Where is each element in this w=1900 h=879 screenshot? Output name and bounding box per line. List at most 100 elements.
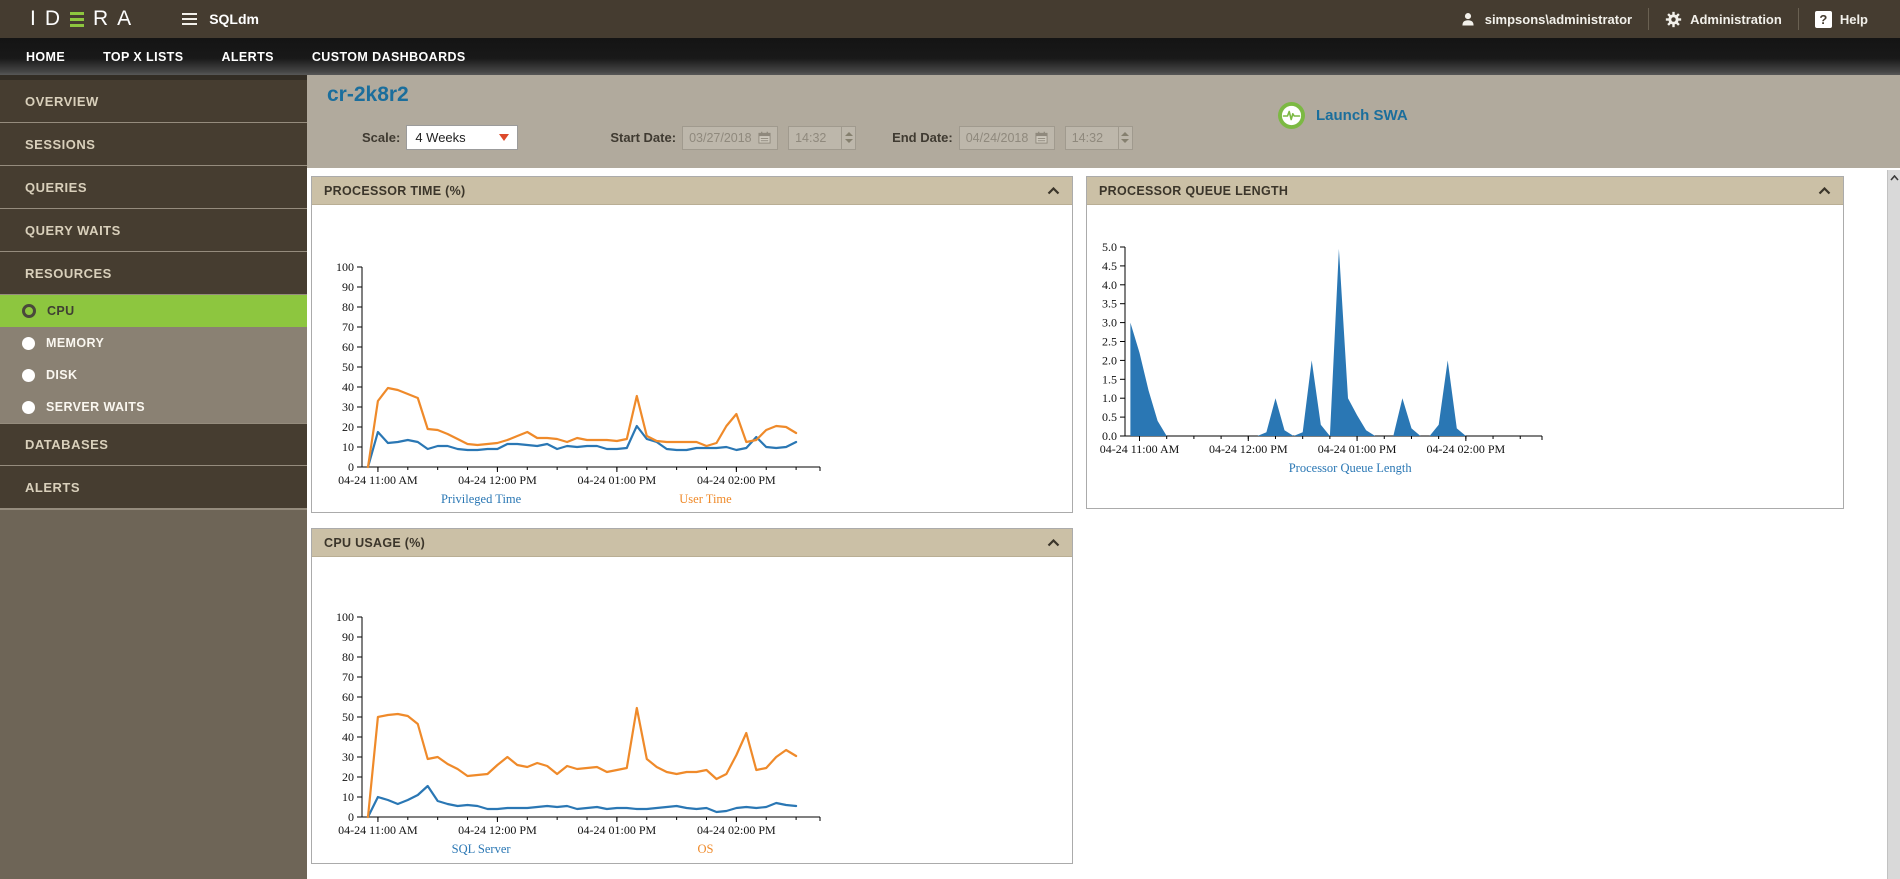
svg-text:80: 80 [342, 300, 354, 314]
svg-text:20: 20 [342, 770, 354, 784]
svg-text:100: 100 [336, 610, 354, 624]
processor-time-chart: 010203040506070809010004-24 11:00 AM04-2… [312, 205, 1072, 512]
user-icon [1459, 10, 1477, 28]
menu-icon[interactable] [182, 13, 197, 25]
sidebar-item-overview[interactable]: OVERVIEW [0, 80, 307, 123]
sidebar-item-queries[interactable]: QUERIES [0, 166, 307, 209]
sidebar: OVERVIEW SESSIONS QUERIES QUERY WAITS RE… [0, 75, 307, 879]
sidebar-subitem-server-waits[interactable]: SERVER WAITS [0, 391, 307, 423]
svg-text:0.0: 0.0 [1102, 429, 1117, 443]
svg-text:04-24 01:00 PM: 04-24 01:00 PM [578, 473, 657, 487]
svg-text:90: 90 [342, 630, 354, 644]
launch-swa-button[interactable]: Launch SWA [1277, 101, 1408, 130]
end-date-input[interactable]: 04/24/2018 [959, 126, 1055, 150]
svg-text:0: 0 [348, 810, 354, 824]
sidebar-item-sessions[interactable]: SESSIONS [0, 123, 307, 166]
resources-submenu: CPU MEMORY DISK SERVER WAITS [0, 295, 307, 423]
scroll-up-arrow-icon[interactable] [1888, 170, 1900, 185]
launch-swa-icon [1277, 101, 1306, 130]
cpu-usage-chart: 010203040506070809010004-24 11:00 AM04-2… [312, 557, 1072, 863]
svg-text:3.0: 3.0 [1102, 316, 1117, 330]
idera-logo: IDRA [30, 7, 140, 31]
svg-text:80: 80 [342, 650, 354, 664]
sidebar-filler [0, 509, 307, 879]
svg-text:30: 30 [342, 750, 354, 764]
sidebar-item-alerts[interactable]: ALERTS [0, 466, 307, 509]
start-time-input[interactable]: 14:32 [788, 126, 856, 150]
time-range-controls: Scale: 4 Weeks Start Date: 03/27/2018 [362, 125, 1133, 150]
end-time-input[interactable]: 14:32 [1065, 126, 1133, 150]
collapse-chevron-icon[interactable] [1047, 539, 1060, 547]
help-label: Help [1840, 12, 1868, 27]
processor-queue-panel-header: PROCESSOR QUEUE LENGTH [1087, 177, 1843, 205]
panel-title: PROCESSOR TIME (%) [324, 184, 466, 198]
calendar-icon [1035, 131, 1048, 144]
launch-swa-label: Launch SWA [1316, 107, 1408, 124]
sidebar-item-databases[interactable]: DATABASES [0, 423, 307, 466]
svg-text:70: 70 [342, 670, 354, 684]
panel-title: CPU USAGE (%) [324, 536, 425, 550]
svg-text:2.0: 2.0 [1102, 353, 1117, 367]
nav-alerts[interactable]: ALERTS [221, 50, 273, 64]
svg-text:50: 50 [342, 710, 354, 724]
end-date-label: End Date: [892, 130, 953, 145]
server-header-band: cr-2k8r2 Scale: 4 Weeks Start Date: 03/2… [307, 75, 1900, 168]
collapse-chevron-icon[interactable] [1818, 187, 1831, 195]
svg-text:0.5: 0.5 [1102, 410, 1117, 424]
svg-text:70: 70 [342, 320, 354, 334]
svg-text:04-24 02:00 PM: 04-24 02:00 PM [697, 823, 776, 837]
sidebar-subitem-cpu[interactable]: CPU [0, 295, 307, 327]
scale-value: 4 Weeks [415, 130, 465, 145]
start-time-spinner[interactable] [841, 127, 855, 149]
username: simpsons\administrator [1485, 12, 1632, 27]
svg-text:04-24 02:00 PM: 04-24 02:00 PM [697, 473, 776, 487]
svg-text:60: 60 [342, 690, 354, 704]
cpu-radio-icon [22, 304, 36, 318]
main-nav: HOME TOP X LISTS ALERTS CUSTOM DASHBOARD… [0, 38, 1900, 75]
svg-text:40: 40 [342, 380, 354, 394]
scale-label: Scale: [362, 130, 400, 145]
top-bar: IDRA SQLdm simpsons\administrator [0, 0, 1900, 38]
nav-top-x-lists[interactable]: TOP X LISTS [103, 50, 183, 64]
svg-text:04-24 11:00 AM: 04-24 11:00 AM [1100, 442, 1180, 456]
processor-queue-chart: 0.00.51.01.52.02.53.03.54.04.55.004-24 1… [1087, 205, 1843, 508]
start-date-input[interactable]: 03/27/2018 [682, 126, 778, 150]
svg-text:100: 100 [336, 260, 354, 274]
administration-label: Administration [1690, 12, 1782, 27]
help-button[interactable]: ? Help [1799, 11, 1884, 28]
sidebar-subitem-disk[interactable]: DISK [0, 359, 307, 391]
select-arrow-icon [499, 134, 509, 141]
sidebar-item-query-waits[interactable]: QUERY WAITS [0, 209, 307, 252]
processor-time-panel: PROCESSOR TIME (%) 010203040506070809010… [311, 176, 1073, 513]
svg-text:Privileged Time: Privileged Time [441, 492, 522, 506]
calendar-icon [758, 131, 771, 144]
disk-radio-icon [22, 369, 35, 382]
vertical-scrollbar[interactable] [1887, 170, 1900, 879]
nav-custom-dashboards[interactable]: CUSTOM DASHBOARDS [312, 50, 466, 64]
svg-text:04-24 12:00 PM: 04-24 12:00 PM [1209, 442, 1288, 456]
nav-home[interactable]: HOME [26, 50, 65, 64]
svg-text:4.5: 4.5 [1102, 259, 1117, 273]
scale-select[interactable]: 4 Weeks [406, 125, 518, 150]
svg-text:90: 90 [342, 280, 354, 294]
administration-button[interactable]: Administration [1649, 11, 1798, 28]
start-date-label: Start Date: [610, 130, 676, 145]
idera-logo-e-icon [70, 12, 84, 27]
end-time-spinner[interactable] [1118, 127, 1132, 149]
svg-text:20: 20 [342, 420, 354, 434]
idera-logo-left: ID [30, 7, 69, 31]
svg-text:Processor Queue Length: Processor Queue Length [1289, 461, 1413, 475]
panel-title: PROCESSOR QUEUE LENGTH [1099, 184, 1288, 198]
svg-text:50: 50 [342, 360, 354, 374]
collapse-chevron-icon[interactable] [1047, 187, 1060, 195]
sidebar-item-resources[interactable]: RESOURCES [0, 252, 307, 295]
svg-text:5.0: 5.0 [1102, 240, 1117, 254]
processor-queue-panel: PROCESSOR QUEUE LENGTH 0.00.51.01.52.02.… [1086, 176, 1844, 509]
svg-text:60: 60 [342, 340, 354, 354]
svg-text:1.5: 1.5 [1102, 372, 1117, 386]
user-menu[interactable]: simpsons\administrator [1443, 10, 1648, 28]
svg-text:4.0: 4.0 [1102, 278, 1117, 292]
help-icon: ? [1815, 11, 1832, 28]
svg-text:04-24 01:00 PM: 04-24 01:00 PM [1318, 442, 1397, 456]
sidebar-subitem-memory[interactable]: MEMORY [0, 327, 307, 359]
